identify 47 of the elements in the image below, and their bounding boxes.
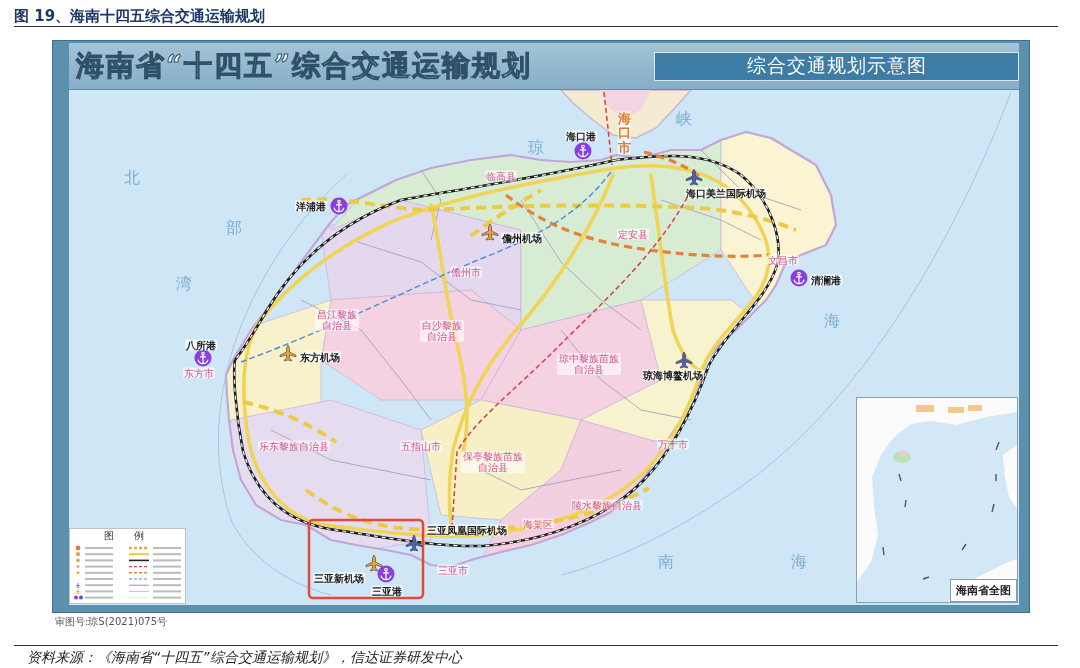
airport-label: 三亚新机场 <box>313 572 365 584</box>
sea-label: 峡 <box>676 110 692 128</box>
place-label: 临高县 <box>485 170 517 182</box>
place-label: 定安县 <box>617 228 649 240</box>
place-label: 东方市 <box>183 367 215 379</box>
anchor-icon <box>194 349 212 367</box>
place-label: 保亭黎族苗族自治县 <box>461 451 525 473</box>
airport-label: 三亚凤凰国际机场 <box>426 524 508 536</box>
sea-label: 海 <box>791 553 807 571</box>
place-label: 三亚市 <box>437 564 469 576</box>
figure-title: 图 19、海南十四五综合交通运输规划 <box>13 6 267 26</box>
place-label: 昌江黎族自治县 <box>315 309 359 331</box>
port-label: 清澜港 <box>810 274 842 286</box>
port-label: 海口港 <box>565 130 597 142</box>
place-label: 万宁市 <box>657 438 689 450</box>
place-label: 儋州市 <box>450 266 482 278</box>
port-label: 八所港 <box>185 339 217 351</box>
source-note: 资料来源：《海南省“十四五”综合交通运输规划》，信达证券研发中心 <box>26 648 464 665</box>
airport-label: 海口美兰国际机场 <box>685 187 767 199</box>
sea-label: 北 <box>124 169 140 187</box>
sea-label: 琼 <box>528 139 544 157</box>
map-approval-number: 审图号:琼S(2021)075号 <box>55 616 169 628</box>
place-label: 文昌市 <box>767 254 799 266</box>
place-label: 琼中黎族苗族自治县 <box>557 353 621 375</box>
sea-label: 南 <box>658 553 674 571</box>
airport-label: 儋州机场 <box>501 232 543 244</box>
sea-label: 部 <box>226 219 242 237</box>
place-label: 陵水黎族自治县 <box>571 499 643 511</box>
place-label: 五指山市 <box>400 440 442 452</box>
port-label: 洋浦港 <box>295 200 327 212</box>
sea-label: 湾 <box>176 275 192 293</box>
anchor-icon <box>377 565 395 583</box>
place-label: 海口市 <box>617 111 631 155</box>
map-subtitle: 综合交通规划示意图 <box>654 51 1019 81</box>
airport-label: 东方机场 <box>299 351 341 363</box>
anchor-icon <box>790 269 808 287</box>
port-label: 三亚港 <box>371 585 403 597</box>
inset-map-title: 海南省全图 <box>950 579 1017 602</box>
anchor-icon <box>330 197 348 215</box>
airport-label: 琼海博鳌机场 <box>642 369 704 381</box>
place-label: 白沙黎族自治县 <box>420 320 464 342</box>
place-label: 海棠区 <box>522 518 554 530</box>
place-label: 乐东黎族自治县 <box>258 440 330 452</box>
sea-label: 海 <box>824 312 840 330</box>
map-title: 海南省“十四五”综合交通运输规划 <box>76 48 533 84</box>
legend-title: 图 例 <box>103 530 153 542</box>
anchor-icon <box>574 142 592 160</box>
